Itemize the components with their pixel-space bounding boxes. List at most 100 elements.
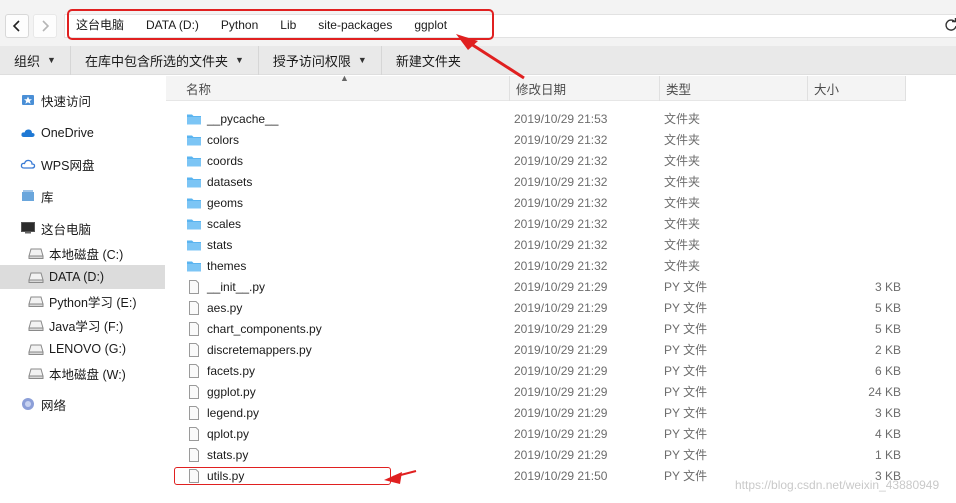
file-row[interactable]: themes 2019/10/29 21:32 文件夹: [166, 255, 906, 276]
file-name: aes.py: [207, 300, 243, 315]
new-folder-label: 新建文件夹: [395, 53, 461, 69]
file-name-cell[interactable]: themes: [186, 255, 246, 276]
star-icon: [20, 92, 36, 108]
forward-button[interactable]: [33, 14, 57, 38]
column-name-header[interactable]: 名称: [180, 76, 510, 101]
sidebar-item[interactable]: 快速访问: [0, 88, 165, 112]
file-row[interactable]: stats 2019/10/29 21:32 文件夹: [166, 234, 906, 255]
breadcrumb-item[interactable]: Lib: [280, 18, 296, 32]
sidebar-item-label: OneDrive: [41, 126, 94, 140]
breadcrumb-item[interactable]: site-packages: [318, 18, 392, 32]
dropdown-caret-icon: ▼: [234, 55, 244, 65]
file-size: [806, 255, 901, 276]
file-name-cell[interactable]: __init__.py: [186, 276, 265, 297]
sidebar-item[interactable]: WPS网盘: [0, 152, 165, 176]
file-row[interactable]: colors 2019/10/29 21:32 文件夹: [166, 129, 906, 150]
sidebar-item-label: Java学习 (F:): [49, 319, 124, 334]
file-row[interactable]: facets.py 2019/10/29 21:29 PY 文件 6 KB: [166, 360, 906, 381]
file-name-cell[interactable]: colors: [186, 129, 239, 150]
file-name-cell[interactable]: qplot.py: [186, 423, 249, 444]
file-name: __init__.py: [207, 279, 266, 294]
file-name-cell[interactable]: discretemappers.py: [186, 339, 312, 360]
breadcrumb-item[interactable]: Python: [221, 18, 258, 32]
breadcrumb[interactable]: 这台电脑 DATA (D:) Python Lib site-packages ggplo…: [67, 9, 494, 40]
file-date: 2019/10/29 21:29: [514, 384, 608, 399]
file-name-cell[interactable]: __pycache__: [186, 108, 278, 129]
sidebar-item[interactable]: 库: [0, 184, 165, 208]
file-row[interactable]: stats.py 2019/10/29 21:29 PY 文件 1 KB: [166, 444, 906, 465]
sidebar-item[interactable]: 网络: [0, 392, 165, 416]
file-name-cell[interactable]: geoms: [186, 192, 243, 213]
file-row[interactable]: __init__.py 2019/10/29 21:29 PY 文件 3 KB: [166, 276, 906, 297]
file-row[interactable]: aes.py 2019/10/29 21:29 PY 文件 5 KB: [166, 297, 906, 318]
sidebar-item[interactable]: 这台电脑: [0, 216, 165, 240]
sidebar-item-label: 这台电脑: [41, 222, 92, 237]
file-name-cell[interactable]: aes.py: [186, 297, 242, 318]
include-in-library-label: 在库中包含所选的文件夹: [84, 53, 228, 69]
file-type: 文件夹: [664, 154, 701, 168]
file-row[interactable]: legend.py 2019/10/29 21:29 PY 文件 3 KB: [166, 402, 906, 423]
file-icon: [186, 363, 202, 379]
file-size: 6 KB: [874, 363, 901, 378]
file-size: [806, 108, 901, 129]
file-type: 文件夹: [664, 175, 701, 189]
file-type: 文件夹: [664, 112, 701, 126]
file-row[interactable]: scales 2019/10/29 21:32 文件夹: [166, 213, 906, 234]
breadcrumb-item[interactable]: ggplot: [414, 18, 447, 32]
file-name-cell[interactable]: facets.py: [186, 360, 255, 381]
file-row[interactable]: qplot.py 2019/10/29 21:29 PY 文件 4 KB: [166, 423, 906, 444]
file-row[interactable]: coords 2019/10/29 21:32 文件夹: [166, 150, 906, 171]
chevron-right-icon: [42, 20, 50, 32]
grant-access-menu[interactable]: 授予访问权限 ▼: [259, 45, 382, 75]
file-date: 2019/10/29 21:32: [514, 258, 608, 273]
sidebar-item[interactable]: LENOVO (G:): [0, 337, 165, 361]
breadcrumb-item[interactable]: DATA (D:): [146, 18, 199, 32]
sidebar-item[interactable]: Java学习 (F:): [0, 313, 165, 337]
file-type: PY 文件: [664, 280, 708, 294]
sidebar-item-label: 库: [41, 190, 54, 205]
column-date-label: 修改日期: [516, 83, 567, 97]
file-name-cell[interactable]: chart_components.py: [186, 318, 322, 339]
refresh-icon[interactable]: [944, 18, 956, 32]
file-icon: [186, 405, 202, 421]
file-row[interactable]: __pycache__ 2019/10/29 21:53 文件夹: [166, 108, 906, 129]
file-row[interactable]: discretemappers.py 2019/10/29 21:29 PY 文件 2…: [166, 339, 906, 360]
drive-icon: [28, 365, 44, 381]
file-name-cell[interactable]: scales: [186, 213, 241, 234]
back-button[interactable]: [5, 14, 29, 38]
file-size: 4 KB: [874, 426, 901, 441]
breadcrumb-item[interactable]: 这台电脑: [76, 16, 124, 33]
file-date: 2019/10/29 21:50: [514, 468, 608, 483]
sidebar-item[interactable]: Python学习 (E:): [0, 289, 165, 313]
file-name-cell[interactable]: coords: [186, 150, 243, 171]
new-folder-button[interactable]: 新建文件夹: [382, 46, 475, 75]
file-name-cell[interactable]: legend.py: [186, 402, 259, 423]
sidebar-item[interactable]: OneDrive: [0, 121, 165, 145]
file-name: themes: [207, 258, 247, 273]
file-name-cell[interactable]: stats.py: [186, 444, 248, 465]
sidebar-item[interactable]: DATA (D:): [0, 265, 165, 289]
file-name-cell[interactable]: stats: [186, 234, 232, 255]
sidebar-item[interactable]: 本地磁盘 (W:): [0, 361, 165, 385]
column-type-header[interactable]: 类型: [660, 76, 808, 101]
file-type: PY 文件: [664, 301, 708, 315]
sidebar-item[interactable]: 本地磁盘 (C:): [0, 241, 165, 265]
file-icon: [186, 384, 202, 400]
file-icon: [186, 426, 202, 442]
include-in-library-menu[interactable]: 在库中包含所选的文件夹 ▼: [71, 45, 259, 75]
file-name-cell[interactable]: datasets: [186, 171, 252, 192]
file-size: 24 KB: [868, 384, 901, 399]
organize-menu[interactable]: 组织 ▼: [0, 45, 71, 75]
file-row[interactable]: chart_components.py 2019/10/29 21:29 PY 文件…: [166, 318, 906, 339]
folder-icon: [186, 111, 202, 127]
file-date: 2019/10/29 21:32: [514, 195, 608, 210]
file-name-cell[interactable]: ggplot.py: [186, 381, 256, 402]
file-row[interactable]: ggplot.py 2019/10/29 21:29 PY 文件 24 KB: [166, 381, 906, 402]
column-size-header[interactable]: 大小: [808, 76, 906, 101]
file-row[interactable]: geoms 2019/10/29 21:32 文件夹: [166, 192, 906, 213]
file-row[interactable]: datasets 2019/10/29 21:32 文件夹: [166, 171, 906, 192]
file-name: discretemappers.py: [207, 342, 312, 357]
file-name: legend.py: [207, 405, 260, 420]
column-date-header[interactable]: 修改日期: [510, 76, 660, 101]
file-type: PY 文件: [664, 385, 708, 399]
